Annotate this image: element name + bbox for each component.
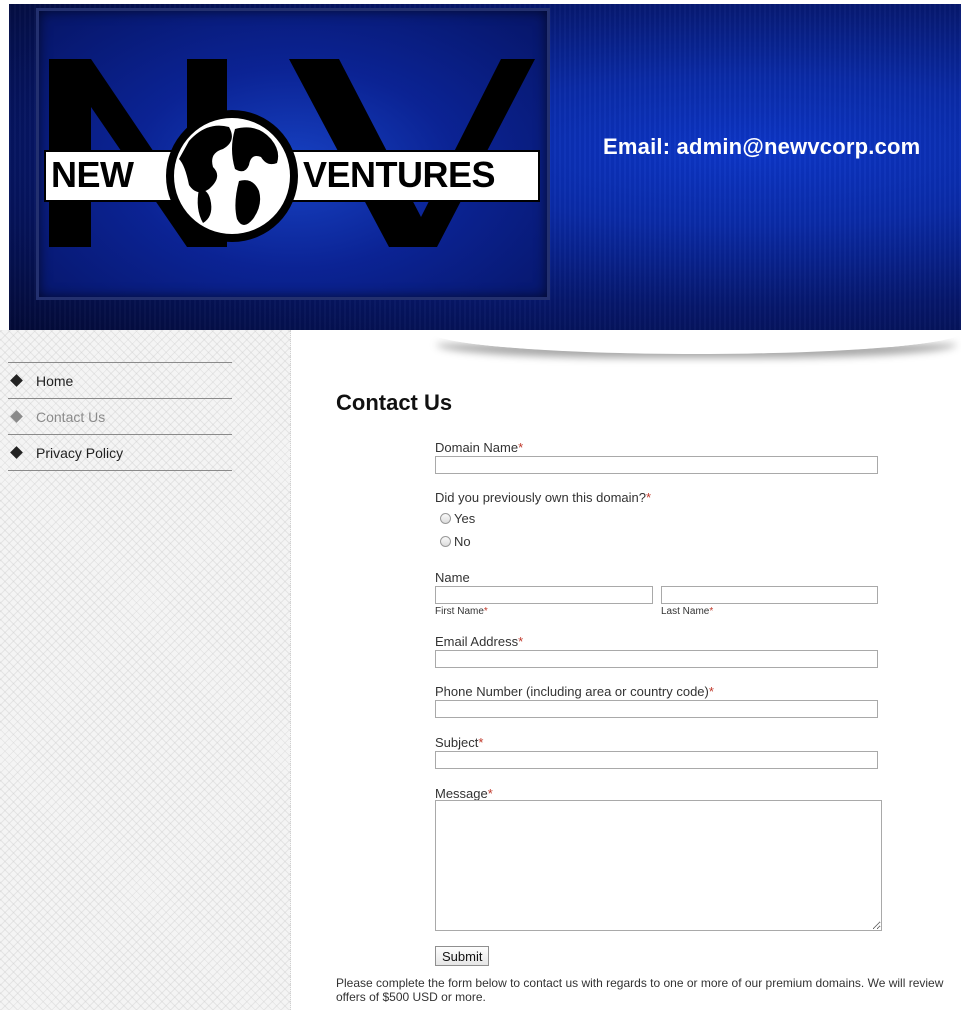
name-label: Name — [435, 570, 470, 585]
radio-label-no: No — [454, 534, 471, 549]
submit-button[interactable]: Submit — [435, 946, 490, 966]
sidebar-item-contact-us[interactable]: Contact Us — [8, 399, 232, 435]
domain-name-input[interactable] — [435, 456, 878, 474]
diamond-bullet-icon — [10, 410, 23, 423]
radio-button-icon[interactable] — [440, 513, 451, 524]
domain-name-label-text: Domain Name — [435, 440, 519, 455]
previously-owned-label: Did you previously own this domain?* — [435, 490, 651, 505]
sidebar-item-home[interactable]: Home — [8, 363, 232, 399]
subject-input[interactable] — [435, 751, 878, 769]
required-marker: * — [483, 606, 488, 617]
radio-option-yes[interactable]: Yes — [440, 511, 475, 526]
subject-label-text: Subject — [435, 735, 479, 750]
header-email[interactable]: Email: admin@newvcorp.com — [603, 134, 920, 160]
email-address-input[interactable] — [435, 650, 878, 668]
domain-name-label: Domain Name* — [435, 440, 523, 455]
last-name-input[interactable] — [661, 586, 878, 604]
diamond-bullet-icon — [10, 446, 23, 459]
subject-label: Subject* — [435, 735, 483, 750]
sidebar-item-label: Privacy Policy — [36, 444, 124, 461]
sidebar-nav: Home Contact Us Privacy Policy — [8, 362, 232, 471]
email-address-label: Email Address* — [435, 634, 523, 649]
site-header: NEW VENTURES Email: admin@newvcorp.com — [9, 4, 961, 330]
message-label: Message* — [435, 786, 493, 801]
required-marker: * — [518, 634, 524, 649]
sidebar-item-label: Home — [36, 372, 74, 389]
sidebar: Home Contact Us Privacy Policy — [0, 330, 291, 1010]
first-name-sublabel: First Name* — [435, 606, 488, 617]
radio-option-no[interactable]: No — [440, 534, 471, 549]
required-marker: * — [646, 490, 652, 505]
phone-number-label: Phone Number (including area or country … — [435, 684, 714, 699]
decorative-shadow-bar — [432, 332, 961, 354]
phone-number-label-text: Phone Number (including area or country … — [435, 684, 709, 699]
last-name-sublabel-text: Last Name — [661, 606, 710, 617]
logo-word-right: VENTURES — [303, 154, 496, 195]
radio-label-yes: Yes — [454, 511, 476, 526]
first-name-input[interactable] — [435, 586, 653, 604]
required-marker: * — [478, 735, 484, 750]
message-textarea[interactable] — [435, 800, 882, 931]
phone-number-input[interactable] — [435, 700, 878, 718]
last-name-sublabel: Last Name* — [661, 606, 713, 617]
sidebar-item-privacy-policy[interactable]: Privacy Policy — [8, 435, 232, 471]
logo-word-left: NEW — [51, 154, 134, 195]
page-title: Contact Us — [336, 390, 453, 415]
required-marker: * — [708, 684, 714, 699]
previously-owned-label-text: Did you previously own this domain? — [435, 490, 646, 505]
form-instructions: Please complete the form below to contac… — [336, 976, 944, 1004]
message-label-text: Message — [435, 786, 488, 801]
logo[interactable]: NEW VENTURES — [36, 8, 550, 300]
required-marker: * — [487, 786, 493, 801]
diamond-bullet-icon — [10, 374, 23, 387]
required-marker: * — [518, 440, 524, 455]
radio-button-icon[interactable] — [440, 536, 451, 547]
first-name-sublabel-text: First Name — [435, 606, 484, 617]
required-marker: * — [709, 606, 714, 617]
email-address-label-text: Email Address — [435, 634, 519, 649]
sidebar-item-label: Contact Us — [36, 408, 106, 425]
